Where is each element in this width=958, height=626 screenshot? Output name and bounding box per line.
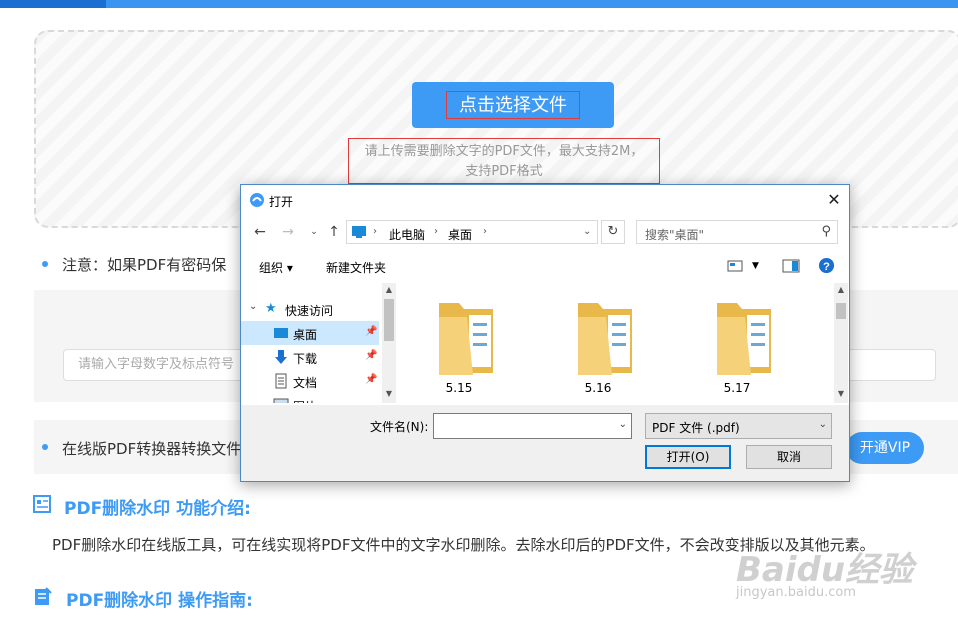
nav-label: 桌面 (293, 328, 318, 342)
preview-pane-icon[interactable] (782, 259, 800, 273)
nav-documents[interactable]: 文档 📌 (241, 369, 379, 393)
breadcrumb-desktop[interactable]: 桌面 (448, 226, 472, 243)
pc-icon (352, 226, 366, 238)
file-name: 5.17 (723, 381, 751, 395)
scroll-thumb[interactable] (836, 303, 846, 319)
address-bar[interactable]: › 此电脑 › 桌面 › ⌄ (346, 220, 598, 244)
nav-label: 快速访问 (285, 304, 334, 318)
scroll-up-icon[interactable]: ▲ (382, 285, 396, 294)
close-icon[interactable]: ✕ (819, 185, 849, 215)
open-vip-button[interactable]: 开通VIP (846, 432, 924, 464)
chevron-right-icon: › (373, 226, 377, 237)
file-name: 5.16 (584, 381, 612, 395)
toolbar: 组织 ▾ 新建文件夹 ▼ ? (241, 251, 849, 281)
new-folder-button[interactable]: 新建文件夹 (326, 259, 386, 276)
breadcrumb-pc[interactable]: 此电脑 (389, 226, 425, 243)
file-name: 5.15 (445, 381, 473, 395)
guide-title: PDF删除水印 操作指南: (66, 591, 253, 611)
scroll-up-icon[interactable]: ▲ (834, 285, 848, 294)
app-icon (250, 193, 264, 207)
choose-file-label: 点击选择文件 (446, 91, 580, 119)
filetype-select[interactable]: PDF 文件 (.pdf) ⌄ (645, 413, 832, 439)
desktop-icon (274, 328, 288, 338)
top-accent-active-segment (0, 0, 106, 8)
view-dropdown-icon[interactable]: ▼ (752, 261, 759, 271)
upload-hint-line2: 支持PDF格式 (465, 164, 543, 179)
folder-icon (717, 303, 771, 375)
nav-downloads[interactable]: 下载 📌 (241, 345, 379, 369)
dialog-titlebar[interactable]: 打开 ✕ (241, 185, 849, 215)
dialog-footer: 文件名(N): ⌄ PDF 文件 (.pdf) ⌄ 打开(O) 取消 (241, 405, 849, 481)
checklist-icon (35, 587, 52, 605)
nav-scrollbar[interactable]: ▲ ▼ (382, 283, 396, 403)
chevron-down-icon[interactable]: ⌄ (583, 226, 591, 237)
back-arrow-icon[interactable]: ← (251, 223, 269, 241)
pin-icon: 📌 (365, 350, 378, 361)
star-icon: ★ (265, 301, 277, 316)
password-note: 注意：如果PDF有密码保 (62, 256, 227, 274)
intro-title: PDF删除水印 功能介绍: (64, 499, 251, 519)
filetype-value: PDF 文件 (.pdf) (652, 421, 740, 435)
scroll-down-icon[interactable]: ▼ (382, 389, 396, 398)
folder-icon (578, 303, 632, 375)
scroll-thumb[interactable] (384, 299, 394, 341)
nav-label: 文档 (293, 376, 318, 390)
nav-label: 图片 (293, 398, 317, 403)
chevron-right-icon: › (483, 226, 487, 237)
baidu-watermark: Baidu经验 (736, 550, 914, 590)
search-placeholder: 搜索"桌面" (645, 228, 705, 242)
chevron-down-icon: ⌄ (818, 419, 827, 430)
folder-item[interactable]: 5.15 (409, 293, 509, 403)
search-icon: ⚲ (821, 224, 831, 239)
nav-quick-access[interactable]: ⌄ ★ 快速访问 (241, 297, 379, 321)
dialog-title: 打开 (269, 195, 294, 209)
pin-icon: 📌 (365, 326, 378, 337)
bullet-dot (42, 261, 48, 267)
file-list: 5.15 5.16 5.17 (397, 283, 833, 403)
chevron-right-icon: › (434, 226, 438, 237)
cancel-button[interactable]: 取消 (746, 445, 832, 469)
folder-item[interactable]: 5.17 (687, 293, 787, 403)
upload-hint-line1: 请上传需要删除文字的PDF文件，最大支持2M， (364, 144, 644, 159)
refresh-icon[interactable]: ↻ (601, 220, 625, 244)
open-file-dialog: 打开 ✕ ← → ⌄ ↑ › 此电脑 › 桌面 › ⌄ ↻ 搜索"桌面" ⚲ 组… (240, 184, 850, 482)
pin-icon: 📌 (365, 374, 378, 385)
doc-list-icon (33, 495, 51, 513)
forward-arrow-icon[interactable]: → (279, 223, 297, 241)
nav-desktop[interactable]: 桌面 📌 (241, 321, 379, 345)
nav-row: ← → ⌄ ↑ › 此电脑 › 桌面 › ⌄ ↻ 搜索"桌面" ⚲ (241, 219, 849, 245)
filename-input[interactable]: ⌄ (433, 413, 632, 439)
svg-text:?: ? (823, 261, 830, 273)
filename-label: 文件名(N): (370, 420, 429, 434)
recent-dropdown-icon[interactable]: ⌄ (305, 223, 323, 241)
nav-label: 下载 (293, 352, 318, 366)
view-options-icon[interactable] (727, 260, 743, 272)
folder-icon (439, 303, 493, 375)
help-icon[interactable]: ? (818, 257, 835, 274)
expand-chevron-icon[interactable]: ⌄ (249, 301, 257, 312)
files-scrollbar[interactable]: ▲ ▼ (834, 283, 848, 403)
upload-hint: 请上传需要删除文字的PDF文件，最大支持2M， 支持PDF格式 (348, 138, 660, 184)
bullet-dot (42, 444, 48, 450)
scroll-down-icon[interactable]: ▼ (834, 389, 848, 398)
baidu-watermark-url: jingyan.baidu.com (736, 585, 856, 600)
converter-note: 在线版PDF转换器转换文件 (62, 440, 242, 458)
chevron-down-icon[interactable]: ⌄ (619, 419, 627, 430)
picture-icon (273, 398, 289, 403)
open-button[interactable]: 打开(O) (645, 445, 731, 469)
top-accent-bar (0, 0, 958, 8)
folder-item[interactable]: 5.16 (548, 293, 648, 403)
navigation-pane: ⌄ ★ 快速访问 桌面 📌 下载 📌 文档 📌 图片 (241, 283, 396, 403)
up-arrow-icon[interactable]: ↑ (325, 223, 343, 241)
search-input[interactable]: 搜索"桌面" ⚲ (636, 220, 838, 244)
choose-file-button[interactable]: 点击选择文件 (412, 82, 614, 128)
nav-pictures[interactable]: 图片 (241, 393, 379, 403)
organize-menu[interactable]: 组织 ▾ (259, 259, 293, 276)
download-icon (275, 350, 287, 364)
document-icon (275, 373, 287, 389)
